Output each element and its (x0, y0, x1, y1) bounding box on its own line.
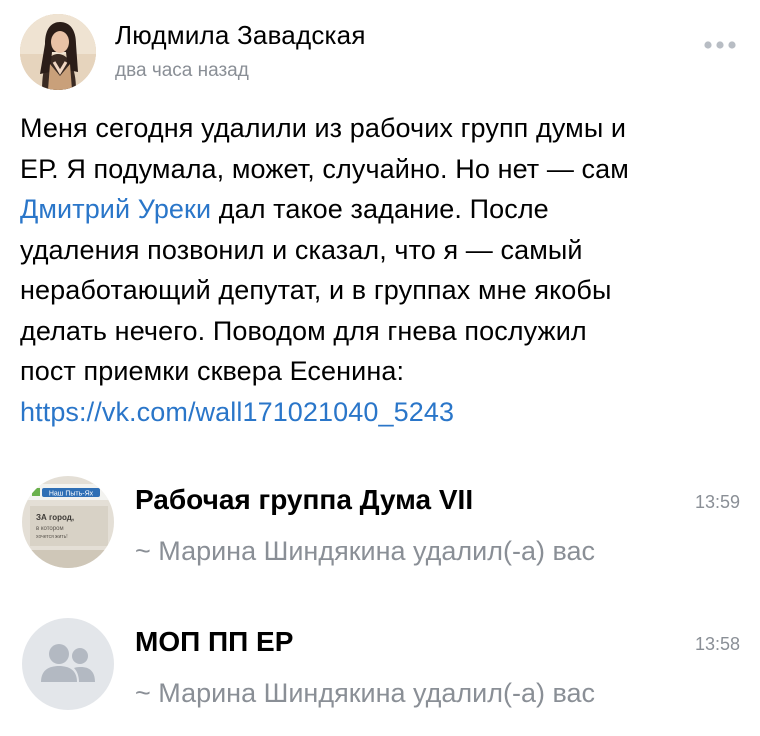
post-text-after-mention: дал такое задание. После (211, 194, 549, 224)
post-text-line: удаления позвонил и сказал, что я — самы… (20, 234, 583, 265)
mention-link[interactable]: Дмитрий Уреки (20, 194, 211, 224)
group-photo-text-1: Наш Пыть-Ях (49, 491, 94, 498)
group-photo-icon: Наш Пыть-Ях ЗА город, в котором хочется … (22, 476, 114, 568)
chat-title: МОП ПП ЕР (135, 626, 294, 657)
group-placeholder-icon (22, 618, 114, 710)
chat-last-message: ~ Марина Шиндякина удалил(-а) вас (135, 536, 596, 566)
post-text-line: неработающий депутат, и в группах мне як… (20, 275, 612, 305)
post: Людмила Завадская два часа назад Меня се… (0, 0, 760, 440)
group-photo-text-2: ЗА город, (36, 513, 74, 522)
post-text-line: делать нечего. Поводом для гнева послужи… (20, 315, 587, 346)
author-name[interactable]: Людмила Завадская (115, 20, 366, 51)
chat-list-item[interactable]: МОП ПП ЕР 13:58 ~ Марина Шиндякина удали… (0, 612, 760, 732)
author-avatar[interactable] (20, 14, 96, 90)
more-horizontal-icon[interactable] (702, 38, 738, 52)
post-text-line: Меня сегодня удалили из рабочих групп ду… (20, 113, 627, 143)
post-time: два часа назад (115, 60, 249, 81)
post-text-line-with-mention: Дмитрий Уреки дал такое задание. После (20, 189, 744, 230)
post-url-link[interactable]: https://vk.com/wall171021040_5243 (20, 392, 744, 433)
chat-title: Рабочая группа Дума VII (135, 484, 474, 515)
chat-list-item[interactable]: Наш Пыть-Ях ЗА город, в котором хочется … (0, 470, 760, 590)
group-photo-text-4: хочется жить! (36, 534, 68, 540)
chat-last-message: ~ Марина Шиндякина удалил(-а) вас (135, 678, 596, 708)
chat-time: 13:58 (694, 634, 740, 654)
chat-time: 13:59 (694, 492, 740, 512)
group-photo-text-3: в котором (36, 526, 64, 532)
post-text: Меня сегодня удалили из рабочих групп ду… (20, 108, 744, 432)
post-text-line: ЕР. Я подумала, может, случайно. Но нет … (20, 153, 629, 184)
post-text-line: пост приемки сквера Есенина: (20, 356, 405, 386)
author-photo-icon (20, 14, 96, 90)
